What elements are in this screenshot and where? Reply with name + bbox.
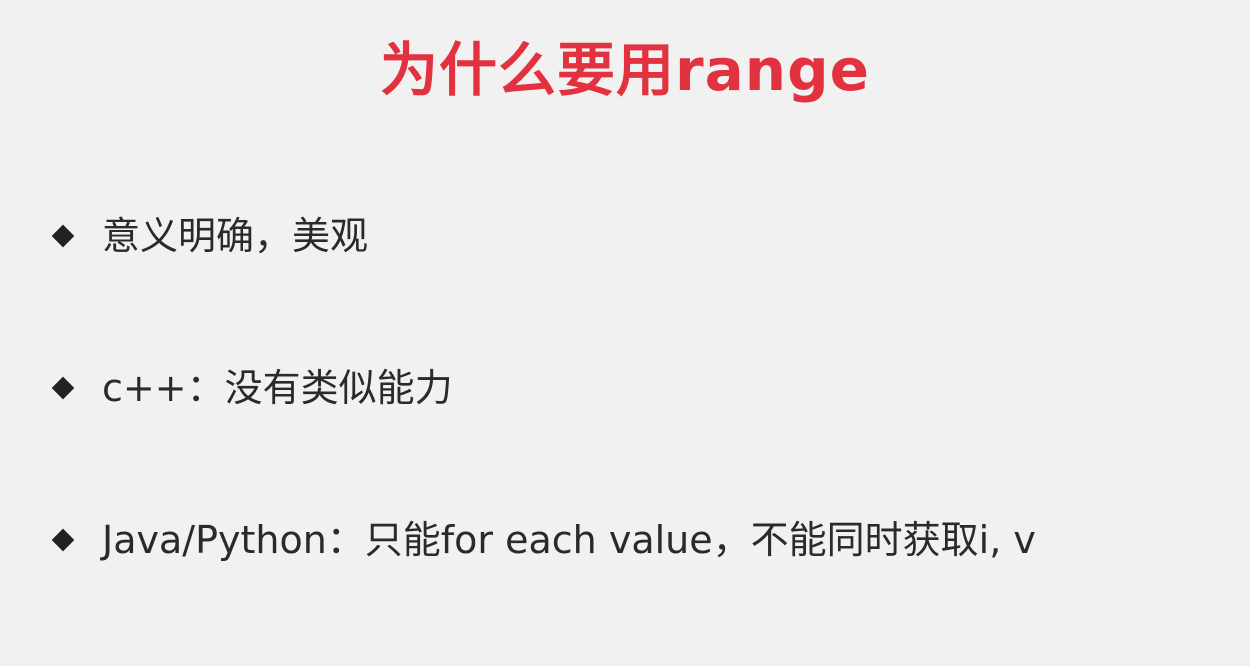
bullet-text: Java/Python：只能for each value，不能同时获取i, v bbox=[102, 518, 1036, 562]
bullet-text: 意义明确，美观 bbox=[102, 214, 369, 258]
diamond-bullet-icon bbox=[52, 377, 74, 399]
diamond-bullet-icon bbox=[52, 529, 74, 551]
bullet-item: Java/Python：只能for each value，不能同时获取i, v bbox=[52, 510, 1036, 570]
bullet-text: c++：没有类似能力 bbox=[102, 366, 453, 410]
bullet-item: 意义明确，美观 bbox=[52, 206, 368, 266]
slide: 为什么要用range 意义明确，美观 c++：没有类似能力 Java/Pytho… bbox=[0, 0, 1250, 666]
bullet-item: c++：没有类似能力 bbox=[52, 358, 453, 418]
diamond-bullet-icon bbox=[52, 225, 74, 247]
slide-title: 为什么要用range bbox=[380, 36, 870, 104]
